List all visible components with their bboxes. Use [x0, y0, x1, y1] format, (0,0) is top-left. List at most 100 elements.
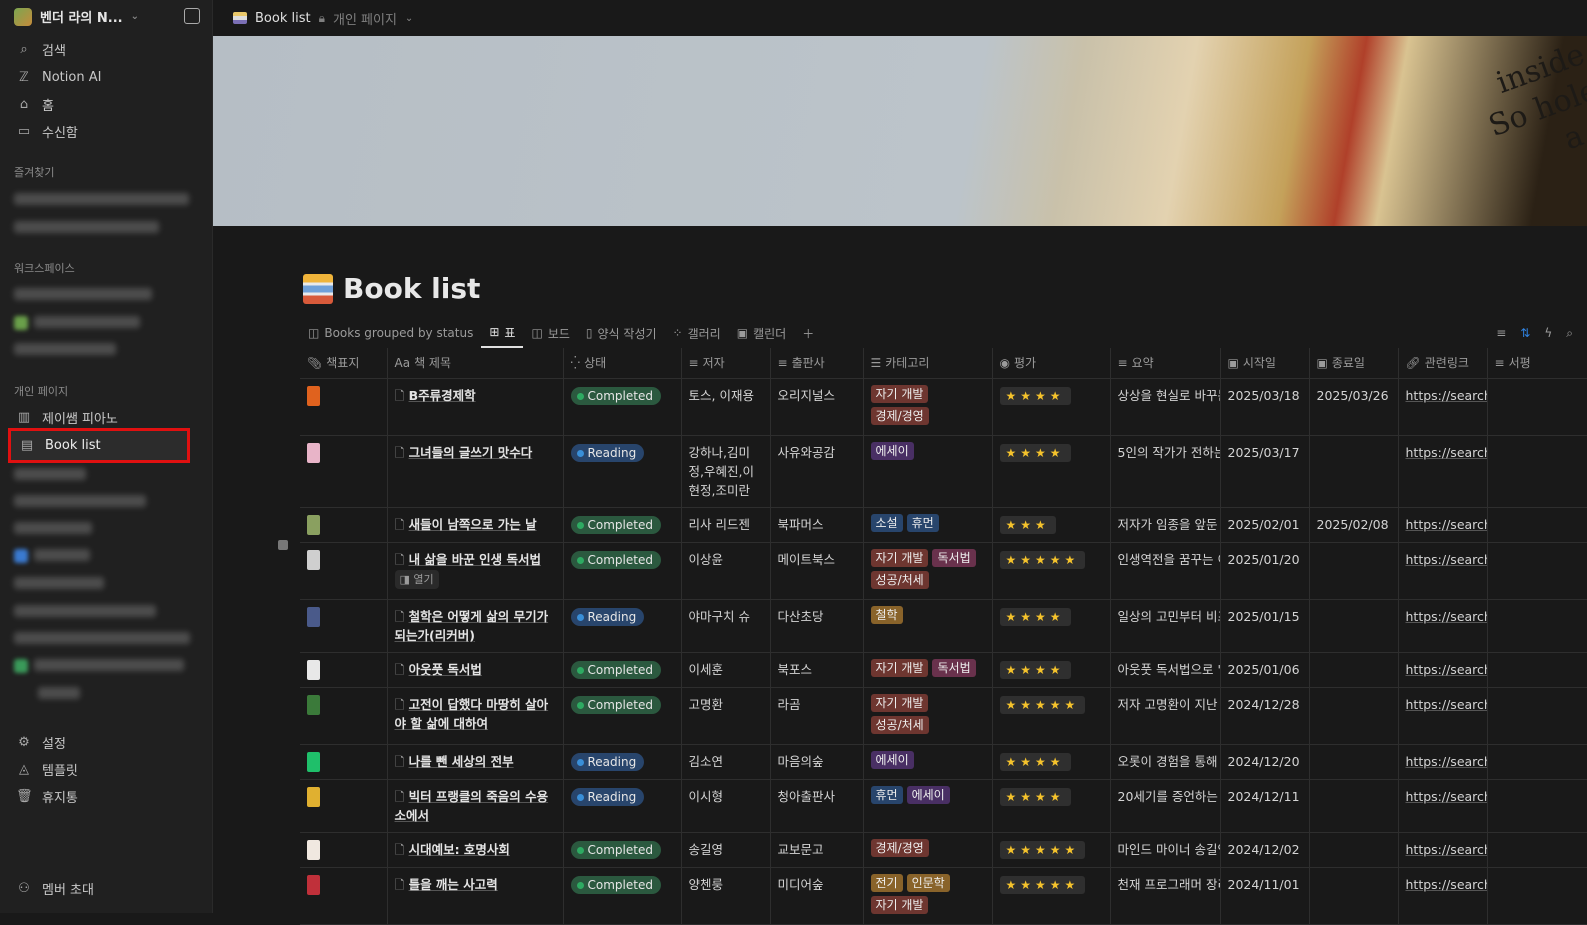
summary-cell[interactable]: 20세기를 증언하는 ! — [1109, 778, 1221, 833]
blurred-item[interactable] — [14, 193, 189, 205]
category-cell[interactable]: 전기 인문학자기 개발 — [862, 866, 993, 925]
column-header[interactable]: 📎︎ 책표지 — [300, 348, 388, 379]
blurred-item[interactable] — [14, 495, 146, 507]
start-date-cell[interactable]: 2024/12/20 — [1219, 743, 1310, 780]
sidebar-item-book-list[interactable]: ▤ Book list — [8, 428, 190, 463]
author-cell[interactable]: 야마구치 슈 — [680, 598, 771, 653]
status-cell[interactable]: Completed — [562, 651, 682, 688]
new-page-icon[interactable] — [184, 8, 200, 24]
cover-cell[interactable] — [300, 651, 388, 688]
column-header[interactable]: ▣ 시작일 — [1219, 348, 1310, 379]
link-cell[interactable]: https://search.s — [1397, 778, 1488, 833]
cover-cell[interactable] — [300, 541, 388, 600]
summary-cell[interactable]: 마인드 마이너 송길영 — [1109, 831, 1221, 868]
review-cell[interactable] — [1486, 831, 1587, 868]
link-cell[interactable]: https://search.s — [1397, 831, 1488, 868]
publisher-cell[interactable]: 사유와공감 — [769, 434, 864, 508]
cover-cell[interactable] — [300, 831, 388, 868]
summary-cell[interactable]: 오롯이 경험을 통해 . — [1109, 743, 1221, 780]
sidebar-item-templates[interactable]: ◬ 템플릿 — [8, 756, 204, 782]
related-link[interactable]: https://search.s — [1406, 754, 1487, 769]
filter-icon[interactable]: ≡ — [1496, 326, 1506, 340]
table-row[interactable]: 🗋︎ 새들이 남쪽으로 가는 날 Completed 리사 리드젠 북파머스 소설… — [300, 506, 1587, 543]
cover-cell[interactable] — [300, 866, 388, 925]
start-date-cell[interactable]: 2025/01/20 — [1219, 541, 1310, 600]
link-cell[interactable]: https://search.s — [1397, 506, 1488, 543]
start-date-cell[interactable]: 2025/03/17 — [1219, 434, 1310, 508]
author-cell[interactable]: 리사 리드젠 — [680, 506, 771, 543]
column-header[interactable]: ▣ 종료일 — [1308, 348, 1399, 379]
rating-cell[interactable]: ★★★★ — [991, 651, 1111, 688]
column-header[interactable]: ☰ 카테고리 — [862, 348, 993, 379]
tab-table[interactable]: ⊞ 표 — [481, 318, 524, 348]
table-row[interactable]: 🗋︎ B주류경제학 Completed 토스, 이재용 오리지널스 자기 개발경제… — [300, 377, 1587, 436]
review-cell[interactable] — [1486, 434, 1587, 508]
column-header[interactable]: ◉ 평가 — [991, 348, 1111, 379]
blurred-item[interactable] — [34, 316, 140, 328]
end-date-cell[interactable] — [1308, 686, 1399, 745]
blurred-item[interactable] — [34, 549, 90, 561]
sidebar-item-search[interactable]: ⌕ 검색 — [8, 36, 204, 62]
title-cell[interactable]: 🗋︎ 나를 뺀 세상의 전부 — [386, 743, 564, 780]
page-cover[interactable]: inside So hole a n — [213, 36, 1587, 226]
related-link[interactable]: https://search.s — [1406, 789, 1487, 804]
title-cell[interactable]: 🗋︎ 틀을 깨는 사고력 — [386, 866, 564, 925]
author-cell[interactable]: 양첸룽 — [680, 866, 771, 925]
table-row[interactable]: 🗋︎ 빅터 프랭클의 죽음의 수용소에서 Reading 이시형 청아출판사 휴먼… — [300, 778, 1587, 833]
author-cell[interactable]: 강하나,김미정,우혜진,이현정,조미란 — [680, 434, 771, 508]
end-date-cell[interactable] — [1308, 434, 1399, 508]
publisher-cell[interactable]: 라곰 — [769, 686, 864, 745]
column-header[interactable]: Aa 책 제목 — [386, 348, 564, 379]
author-cell[interactable]: 송길영 — [680, 831, 771, 868]
link-cell[interactable]: https://search.s — [1397, 743, 1488, 780]
rating-cell[interactable]: ★★★★ — [991, 377, 1111, 436]
summary-cell[interactable]: 일상의 고민부터 비즈 — [1109, 598, 1221, 653]
tab-form[interactable]: ▯ 양식 작성기 — [578, 318, 665, 348]
review-cell[interactable] — [1486, 651, 1587, 688]
book-title[interactable]: 철학은 어떻게 삶의 무기가 되는가(리커버) — [395, 609, 549, 643]
link-cell[interactable]: https://search.s — [1397, 434, 1488, 508]
publisher-cell[interactable]: 미디어숲 — [769, 866, 864, 925]
sidebar-item-trash[interactable]: 🗑 휴지통 — [8, 783, 204, 809]
blurred-item[interactable] — [14, 632, 190, 644]
review-cell[interactable] — [1486, 778, 1587, 833]
cover-cell[interactable] — [300, 377, 388, 436]
sidebar-item-piano[interactable]: ▥ 제이쌤 피아노 — [8, 404, 204, 430]
book-title[interactable]: 아웃풋 독서법 — [409, 662, 482, 677]
related-link[interactable]: https://search.s — [1406, 697, 1487, 712]
column-header[interactable]: 🔗︎ 관련링크 — [1397, 348, 1488, 379]
tab-board[interactable]: ◫ 보드 — [523, 318, 577, 348]
title-cell[interactable]: 🗋︎ 아웃풋 독서법 — [386, 651, 564, 688]
table-row[interactable]: 🗋︎ 내 삶을 바꾼 인생 독서법 ◨ 열기 Completed 이상윤 메이트북… — [300, 541, 1587, 600]
status-cell[interactable]: Completed — [562, 377, 682, 436]
related-link[interactable]: https://search.s — [1406, 552, 1487, 567]
review-cell[interactable] — [1486, 743, 1587, 780]
start-date-cell[interactable]: 2024/11/01 — [1219, 866, 1310, 925]
tab-calendar[interactable]: ▣ 캘린더 — [729, 318, 794, 348]
status-cell[interactable]: Completed — [562, 686, 682, 745]
page-title[interactable]: Book list — [303, 272, 480, 305]
rating-cell[interactable]: ★★★★ — [991, 743, 1111, 780]
tab-board-grouped[interactable]: ◫ Books grouped by status — [300, 318, 481, 348]
end-date-cell[interactable]: 2025/03/26 — [1308, 377, 1399, 436]
author-cell[interactable]: 고명환 — [680, 686, 771, 745]
book-title[interactable]: 나를 뺀 세상의 전부 — [409, 754, 514, 769]
author-cell[interactable]: 이시형 — [680, 778, 771, 833]
category-cell[interactable]: 자기 개발경제/경영 — [862, 377, 993, 436]
start-date-cell[interactable]: 2025/01/15 — [1219, 598, 1310, 653]
rating-cell[interactable]: ★★★★ — [991, 598, 1111, 653]
column-header[interactable]: ⁛ 상태 — [562, 348, 682, 379]
category-cell[interactable]: 에세이 — [862, 743, 993, 780]
blurred-item[interactable] — [14, 468, 86, 480]
title-cell[interactable]: 🗋︎ 시대예보: 호명사회 — [386, 831, 564, 868]
sidebar-item-home[interactable]: ⌂ 홈 — [8, 91, 204, 117]
related-link[interactable]: https://search.s — [1406, 445, 1487, 460]
book-title[interactable]: 틀을 깨는 사고력 — [409, 877, 498, 892]
status-cell[interactable]: Completed — [562, 541, 682, 600]
blurred-item[interactable] — [34, 659, 184, 671]
column-header[interactable]: ≡ 서평 — [1486, 348, 1587, 379]
publisher-cell[interactable]: 메이트북스 — [769, 541, 864, 600]
category-cell[interactable]: 자기 개발 독서법성공/처세 — [862, 541, 993, 600]
title-cell[interactable]: 🗋︎ B주류경제학 — [386, 377, 564, 436]
status-cell[interactable]: Reading — [562, 743, 682, 780]
